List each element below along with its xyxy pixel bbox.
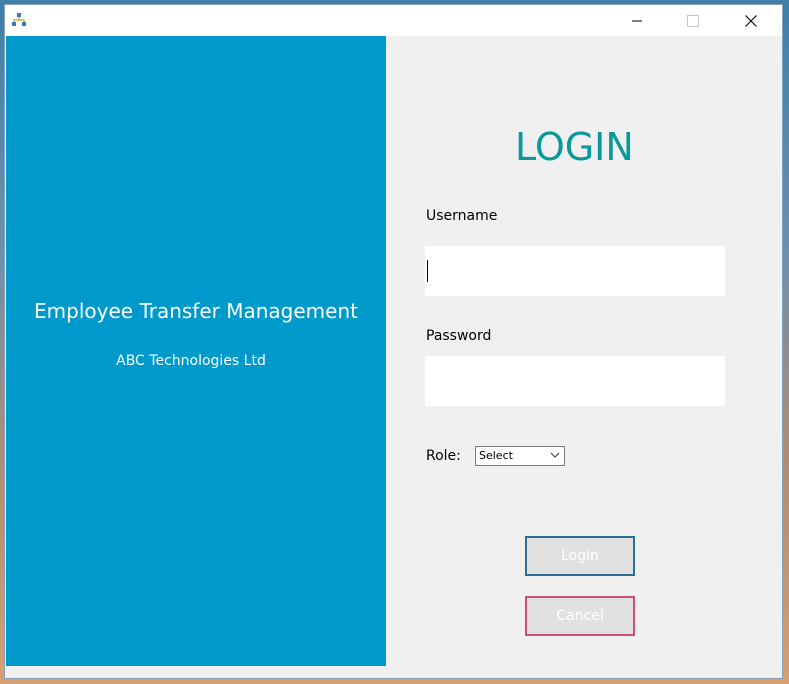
close-icon <box>745 14 757 27</box>
title-bar <box>5 5 782 36</box>
login-window: Employee Transfer Management ABC Technol… <box>4 4 783 679</box>
app-network-icon <box>11 12 27 28</box>
app-title: Employee Transfer Management <box>34 299 358 323</box>
minimize-button[interactable] <box>614 5 660 36</box>
username-field[interactable] <box>425 246 725 296</box>
cancel-button[interactable]: Cancel <box>525 596 635 636</box>
chevron-down-icon <box>550 450 560 463</box>
login-button[interactable]: Login <box>525 536 635 576</box>
branding-panel: Employee Transfer Management ABC Technol… <box>6 36 386 666</box>
role-selected-value: Select <box>479 449 513 462</box>
text-caret <box>427 260 428 282</box>
role-label: Role: <box>426 448 461 464</box>
maximize-icon <box>687 14 699 27</box>
company-name: ABC Technologies Ltd <box>116 353 266 369</box>
close-button[interactable] <box>728 5 774 36</box>
login-heading: LOGIN <box>515 125 634 169</box>
role-select[interactable]: Select <box>475 446 565 466</box>
username-label: Username <box>426 208 498 224</box>
minimize-icon <box>632 20 642 21</box>
panel-bottom-strip <box>6 666 386 678</box>
password-label: Password <box>426 328 492 344</box>
password-field[interactable] <box>425 356 725 406</box>
maximize-button[interactable] <box>670 5 716 36</box>
